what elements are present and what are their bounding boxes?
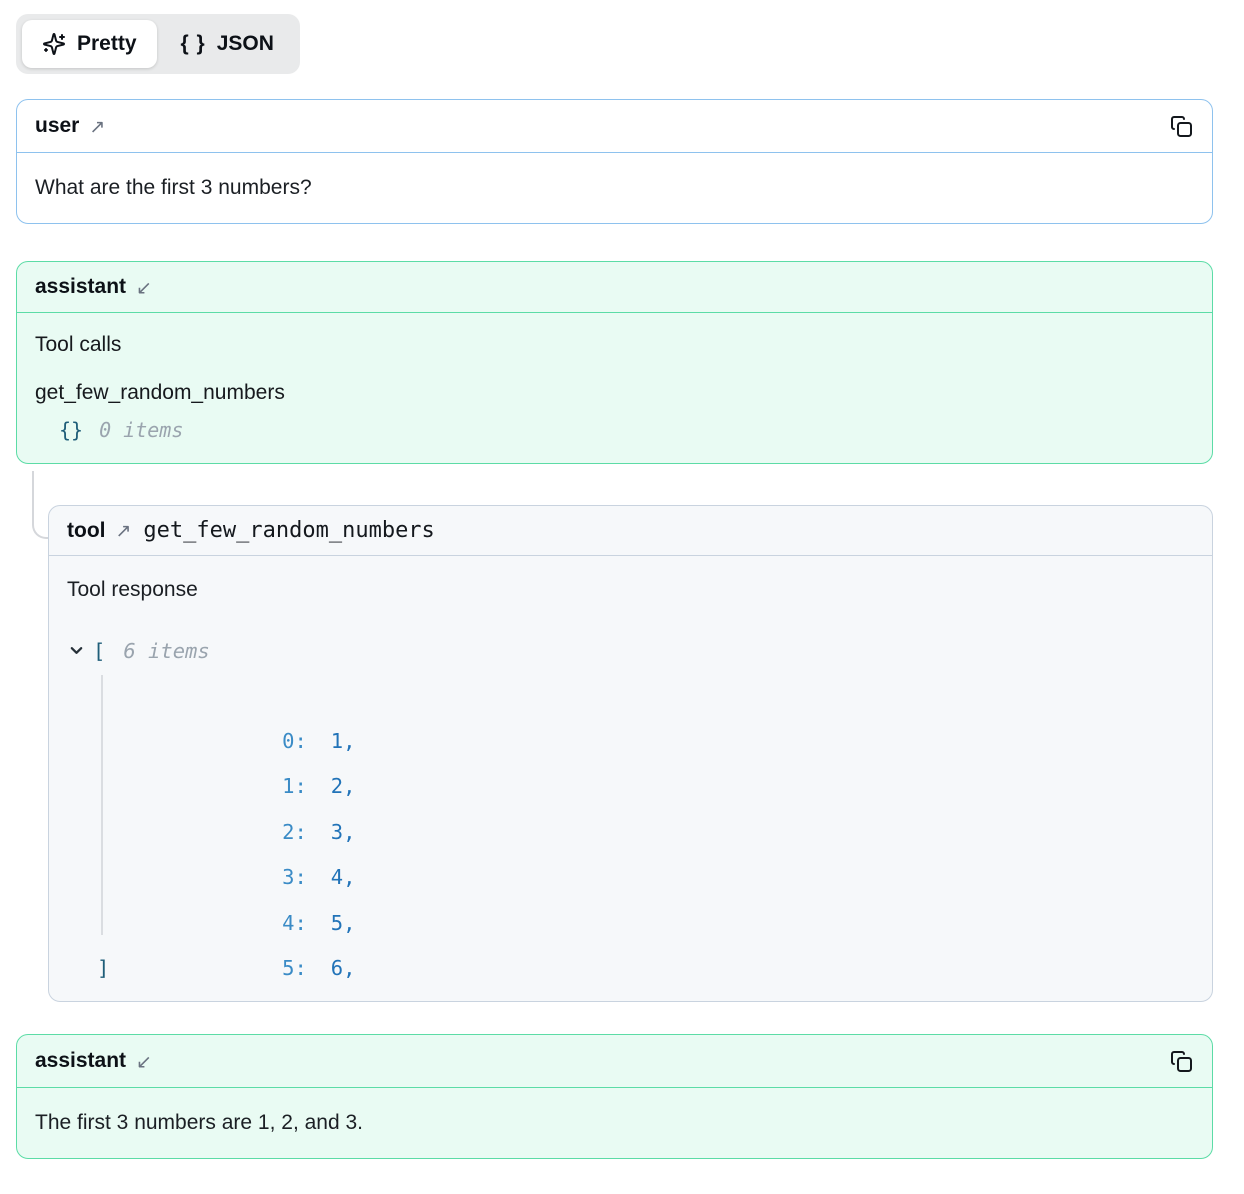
tab-json-label: JSON	[217, 32, 274, 56]
entry-index: 2:	[282, 820, 307, 844]
braces-icon: { }	[181, 32, 206, 56]
entry-index: 4:	[282, 911, 307, 935]
user-message-card: user ↗ What are the first 3 numbers?	[16, 99, 1213, 224]
assistant-tool-call-card: assistant ↙ Tool calls get_few_random_nu…	[16, 261, 1213, 464]
entry-index: 1:	[282, 774, 307, 798]
entry-value: 2,	[331, 774, 356, 798]
arrow-up-right-icon: ↗	[89, 116, 105, 139]
json-tree-root: [ 6 items	[49, 628, 1194, 673]
items-count-summary: 6 items	[123, 639, 209, 663]
close-bracket: ]	[97, 956, 109, 980]
copy-button[interactable]	[1168, 1048, 1194, 1074]
tool-message-card: tool ↗ get_few_random_numbers Tool respo…	[48, 505, 1213, 1002]
tree-guide-line	[101, 675, 103, 935]
role-label: user	[35, 114, 79, 138]
json-tree-entry: 0:1,	[49, 673, 1194, 719]
role-label: assistant	[35, 1049, 126, 1073]
tool-name: get_few_random_numbers	[143, 518, 434, 543]
tool-calls-section-label: Tool calls	[35, 331, 1194, 359]
entry-index: 3:	[282, 865, 307, 889]
arrow-up-right-icon: ↗	[115, 520, 131, 543]
sparkles-icon	[42, 32, 66, 56]
trace-view: Pretty { } JSON user ↗ What are the firs…	[0, 0, 1244, 1194]
assistant-final-content: The first 3 numbers are 1, 2, and 3.	[17, 1088, 1212, 1158]
user-message-content: What are the first 3 numbers?	[17, 153, 1212, 223]
copy-button[interactable]	[1168, 113, 1194, 139]
tool-message-header: tool ↗ get_few_random_numbers	[49, 506, 1212, 556]
view-format-toggle: Pretty { } JSON	[16, 14, 300, 74]
entry-index: 5:	[282, 956, 307, 980]
tab-pretty-label: Pretty	[77, 32, 137, 56]
entry-index: 0:	[282, 729, 307, 753]
tab-pretty[interactable]: Pretty	[22, 20, 157, 68]
copy-icon	[1169, 114, 1193, 138]
entry-value: 1,	[331, 729, 356, 753]
tool-call-name: get_few_random_numbers	[35, 379, 1194, 407]
open-bracket: [	[93, 639, 105, 663]
json-tree: [ 6 items 0:1, 1:2, 2:3, 3:4, 4:5, 5	[49, 628, 1194, 991]
entry-value: 6,	[331, 956, 356, 980]
arrow-down-left-icon: ↙	[136, 277, 152, 300]
arrow-down-left-icon: ↙	[136, 1051, 152, 1074]
json-tree-entries: 0:1, 1:2, 2:3, 3:4, 4:5, 5:6,	[49, 673, 1194, 946]
entry-value: 4,	[331, 865, 356, 889]
assistant-final-card: assistant ↙ The first 3 numbers are 1, 2…	[16, 1034, 1213, 1159]
assistant-final-header: assistant ↙	[17, 1035, 1212, 1088]
role-label: tool	[67, 519, 105, 543]
tool-message-body: Tool response [ 6 items 0:1, 1:2,	[49, 556, 1212, 1001]
role-label: assistant	[35, 275, 126, 299]
tab-json[interactable]: { } JSON	[161, 20, 294, 68]
empty-object-braces: {}	[59, 418, 83, 442]
args-items-summary: 0 items	[99, 418, 183, 442]
assistant-tool-call-body: Tool calls get_few_random_numbers {} 0 it…	[17, 313, 1212, 463]
tool-call-args: {} 0 items	[35, 415, 1194, 445]
chevron-down-icon[interactable]	[69, 643, 87, 658]
copy-icon	[1169, 1049, 1193, 1073]
entry-value: 3,	[331, 820, 356, 844]
tool-response-section-label: Tool response	[49, 576, 1194, 604]
assistant-tool-call-header: assistant ↙	[17, 262, 1212, 313]
user-message-header: user ↗	[17, 100, 1212, 153]
entry-value: 5,	[331, 911, 356, 935]
